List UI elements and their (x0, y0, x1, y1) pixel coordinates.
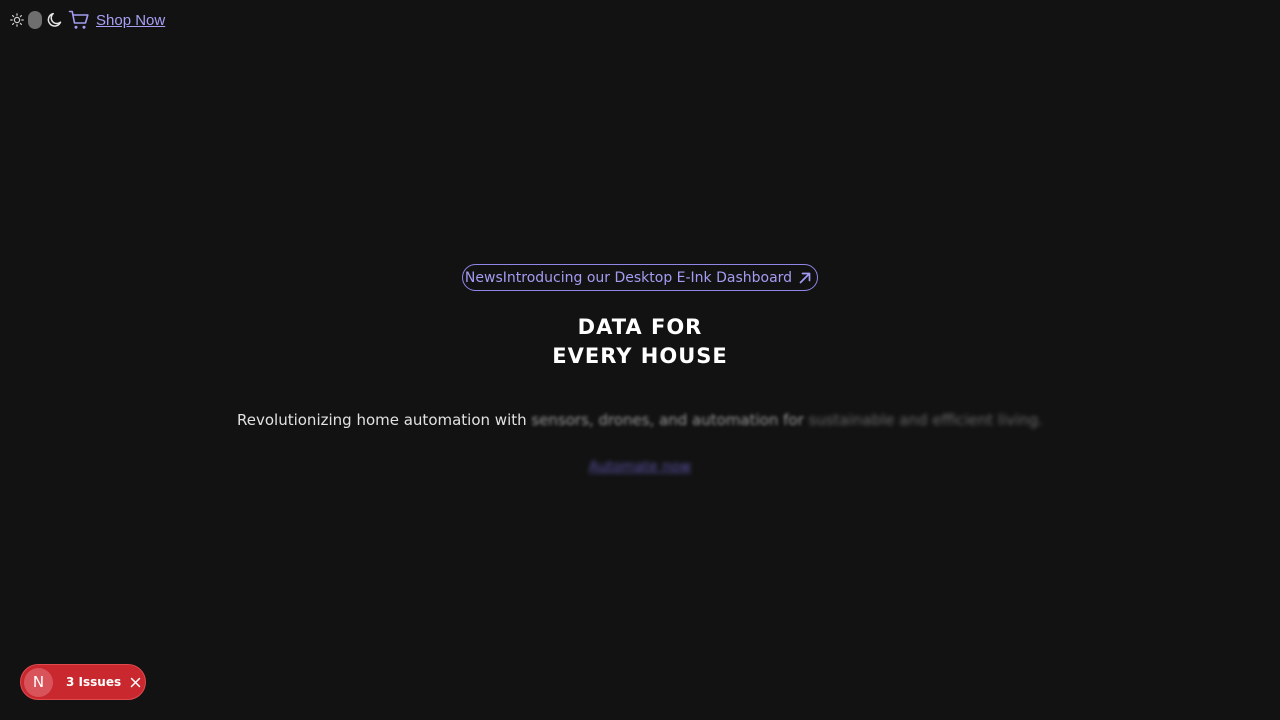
headline-line-2: EVERY HOUSE (552, 344, 728, 368)
news-tag: News (464, 269, 503, 286)
cart-icon[interactable] (68, 9, 90, 31)
dev-issues-badge[interactable]: N 3 Issues (20, 664, 146, 700)
tagline-part-2: sensors, drones, and automation for (531, 411, 809, 429)
page-headline: DATA FOR EVERY HOUSE (0, 313, 1280, 371)
headline-line-1: DATA FOR (577, 315, 703, 339)
issues-count[interactable]: 3 Issues (66, 675, 121, 689)
hero-section: News Introducing our Desktop E-Ink Dashb… (0, 264, 1280, 475)
theme-toggle[interactable] (28, 11, 42, 29)
automate-now-button[interactable]: Automate now (589, 459, 691, 475)
arrow-up-right-icon (798, 271, 812, 285)
sun-icon[interactable] (10, 13, 24, 27)
moon-icon[interactable] (46, 11, 64, 29)
nextjs-logo-icon[interactable]: N (24, 667, 53, 697)
top-toolbar: Shop Now (10, 8, 165, 32)
news-text: Introducing our Desktop E-Ink Dashboard (502, 269, 793, 286)
tagline: Revolutionizing home automation with sen… (0, 411, 1280, 429)
tagline-part-3: sustainable and efficient living. (808, 411, 1043, 429)
close-icon[interactable] (130, 677, 141, 688)
news-announcement-link[interactable]: News Introducing our Desktop E-Ink Dashb… (461, 264, 819, 291)
shop-now-link[interactable]: Shop Now (96, 12, 165, 29)
tagline-part-1: Revolutionizing home automation with (237, 411, 532, 429)
